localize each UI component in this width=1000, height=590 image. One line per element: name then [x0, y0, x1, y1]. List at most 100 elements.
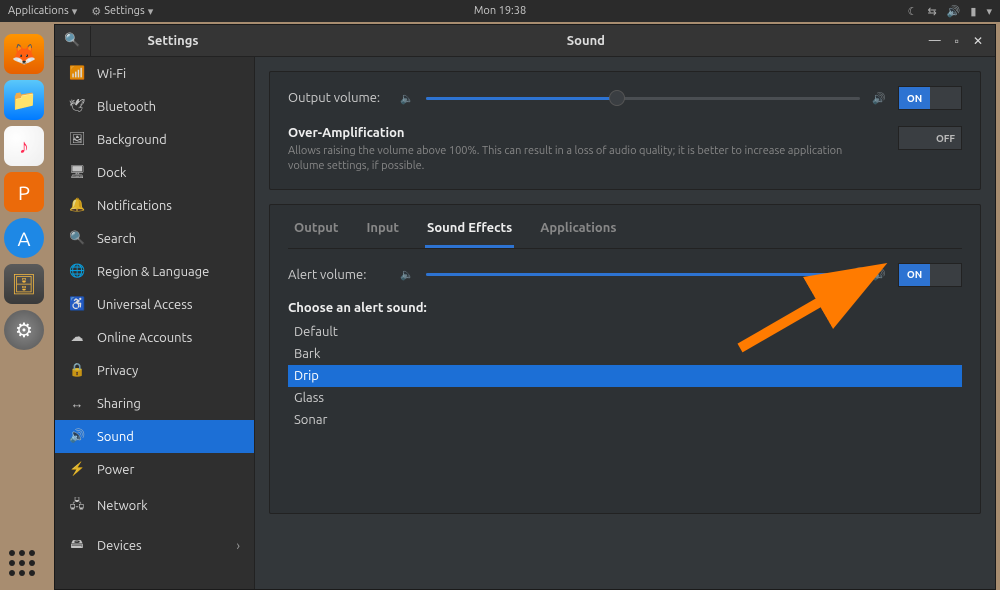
sidebar-item-sharing[interactable]: ↔ Sharing [55, 387, 254, 420]
alert-sound-option[interactable]: Bark [288, 343, 962, 365]
sidebar-item-bluetooth[interactable]: 🕊 Bluetooth [55, 90, 254, 123]
sidebar-icon: 🖧 [69, 495, 85, 517]
volume-high-icon: 🔊 [872, 92, 886, 105]
chevron-right-icon: › [236, 539, 240, 553]
sidebar-item-label: Background [97, 133, 167, 147]
sidebar-icon: ↔ [69, 396, 85, 411]
sidebar-item-label: Universal Access [97, 298, 192, 312]
dock: 🦊 📁 ♪ P A 🗄 ⚙ [4, 34, 48, 350]
dock-archive[interactable]: 🗄 [4, 264, 44, 304]
sidebar-item-search[interactable]: 🔍 Search [55, 222, 254, 255]
sidebar-item-label: Dock [97, 166, 126, 180]
search-button[interactable]: 🔍 [55, 26, 91, 56]
sidebar-item-notifications[interactable]: 🔔 Notifications [55, 189, 254, 222]
sound-panel: Output volume: 🔈 🔊 ON Ove [255, 57, 995, 589]
overamp-description: Allows raising the volume above 100%. Th… [288, 144, 848, 175]
close-button[interactable]: ✕ [973, 34, 983, 48]
top-panel: Applications ▾ ⚙ Settings ▾ Mon 19:38 ☾ … [0, 0, 1000, 22]
sidebar-icon: 🔔 [69, 198, 85, 213]
sidebar-icon: 🖥 [69, 165, 85, 180]
sidebar-item-label: Bluetooth [97, 100, 156, 114]
dock-music[interactable]: ♪ [4, 126, 44, 166]
sidebar-icon: ☁ [69, 330, 85, 345]
dock-settings[interactable]: ⚙ [4, 310, 44, 350]
alert-sound-option[interactable]: Default [288, 321, 962, 343]
alert-sound-option[interactable]: Glass [288, 387, 962, 409]
chevron-down-icon: ▾ [986, 5, 992, 18]
maximize-button[interactable]: ▫ [955, 34, 959, 48]
settings-menu[interactable]: ⚙ Settings ▾ [91, 5, 153, 18]
sidebar-icon: 🔍 [69, 231, 85, 246]
sidebar-item-label: Network [97, 499, 148, 513]
night-icon[interactable]: ☾ [908, 5, 918, 18]
dock-firefox[interactable]: 🦊 [4, 34, 44, 74]
sidebar-item-wi-fi[interactable]: 📶 Wi-Fi [55, 57, 254, 90]
volume-low-icon: 🔈 [400, 268, 414, 281]
volume-low-icon: 🔈 [400, 92, 414, 105]
sidebar-item-label: Sound [97, 430, 134, 444]
sound-tabs: Output Input Sound Effects Applications [288, 219, 962, 249]
alert-sound-list: DefaultBarkDripGlassSonar [288, 321, 962, 431]
sidebar-item-label: Search [97, 232, 136, 246]
sidebar-item-label: Wi-Fi [97, 67, 126, 81]
titlebar: 🔍 Settings Sound — ▫ ✕ [55, 25, 995, 57]
sidebar-icon: 🔊 [69, 429, 85, 444]
battery-icon[interactable]: ▮ [970, 5, 976, 18]
dock-software[interactable]: A [4, 218, 44, 258]
sidebar-icon: 📶 [69, 66, 85, 81]
clock[interactable]: Mon 19:38 [474, 5, 526, 17]
network-icon[interactable]: ⇆ [927, 5, 936, 18]
sidebar-item-label: Region & Language [97, 265, 209, 279]
sidebar-item-universal-access[interactable]: ♿ Universal Access [55, 288, 254, 321]
sidebar-icon: ⚡ [69, 462, 85, 477]
sidebar-icon: ♿ [69, 297, 85, 312]
sidebar-item-label: Privacy [97, 364, 138, 378]
sidebar-item-label: Sharing [97, 397, 141, 411]
app-grid-button[interactable] [9, 550, 39, 580]
sidebar-title: Settings [91, 34, 255, 48]
sidebar-item-background[interactable]: 🖼 Background [55, 123, 254, 156]
sound-effects-card: Output Input Sound Effects Applications Ale… [269, 204, 981, 514]
tab-sound-effects[interactable]: Sound Effects [425, 219, 514, 248]
sidebar-item-privacy[interactable]: 🔒Privacy [55, 354, 254, 387]
sidebar-item-dock[interactable]: 🖥 Dock [55, 156, 254, 189]
sidebar-item-network[interactable]: 🖧 Network [55, 486, 254, 526]
overamp-switch[interactable]: OFF [898, 126, 962, 150]
settings-small-icon: ⚙ [91, 5, 101, 18]
tab-applications[interactable]: Applications [538, 219, 618, 248]
sidebar-item-devices[interactable]: 🖴 Devices › [55, 526, 254, 566]
tab-input[interactable]: Input [364, 219, 401, 248]
choose-alert-label: Choose an alert sound: [288, 301, 962, 315]
sidebar-icon: 🌐 [69, 264, 85, 279]
volume-icon[interactable]: 🔊 [947, 5, 961, 18]
sidebar-item-label: Notifications [97, 199, 172, 213]
applications-menu[interactable]: Applications ▾ [8, 5, 77, 18]
alert-volume-label: Alert volume: [288, 268, 388, 282]
sidebar-item-power[interactable]: ⚡Power [55, 453, 254, 486]
output-volume-switch[interactable]: ON [898, 86, 962, 110]
dock-files[interactable]: 📁 [4, 80, 44, 120]
sidebar-icon: 🖴 [69, 535, 85, 557]
settings-sidebar: 📶 Wi-Fi 🕊 Bluetooth 🖼 Background 🖥 Dock 🔔 Notific… [55, 57, 255, 589]
system-tray[interactable]: ☾ ⇆ 🔊 ▮ ▾ [908, 5, 992, 18]
chevron-down-icon: ▾ [148, 5, 154, 18]
tab-output[interactable]: Output [292, 219, 340, 248]
chevron-down-icon: ▾ [72, 5, 78, 18]
settings-window: 🔍 Settings Sound — ▫ ✕ 📶 Wi-Fi 🕊 Bluetooth 🖼… [54, 24, 996, 590]
sidebar-icon: 🕊 [69, 99, 85, 114]
alert-volume-slider[interactable] [426, 273, 861, 276]
sidebar-item-region-language[interactable]: 🌐 Region & Language [55, 255, 254, 288]
alert-volume-switch[interactable]: ON [898, 263, 962, 287]
alert-sound-option[interactable]: Sonar [288, 409, 962, 431]
panel-title: Sound [255, 34, 917, 48]
output-volume-card: Output volume: 🔈 🔊 ON Ove [269, 71, 981, 190]
output-volume-slider[interactable] [426, 97, 861, 100]
sidebar-icon: 🖼 [69, 132, 85, 147]
minimize-button[interactable]: — [929, 34, 941, 48]
dock-presentation[interactable]: P [4, 172, 44, 212]
alert-sound-option[interactable]: Drip [288, 365, 962, 387]
sidebar-item-online-accounts[interactable]: ☁Online Accounts [55, 321, 254, 354]
output-volume-label: Output volume: [288, 91, 388, 105]
sidebar-item-sound[interactable]: 🔊 Sound [55, 420, 254, 453]
sidebar-item-label: Devices [97, 539, 142, 553]
